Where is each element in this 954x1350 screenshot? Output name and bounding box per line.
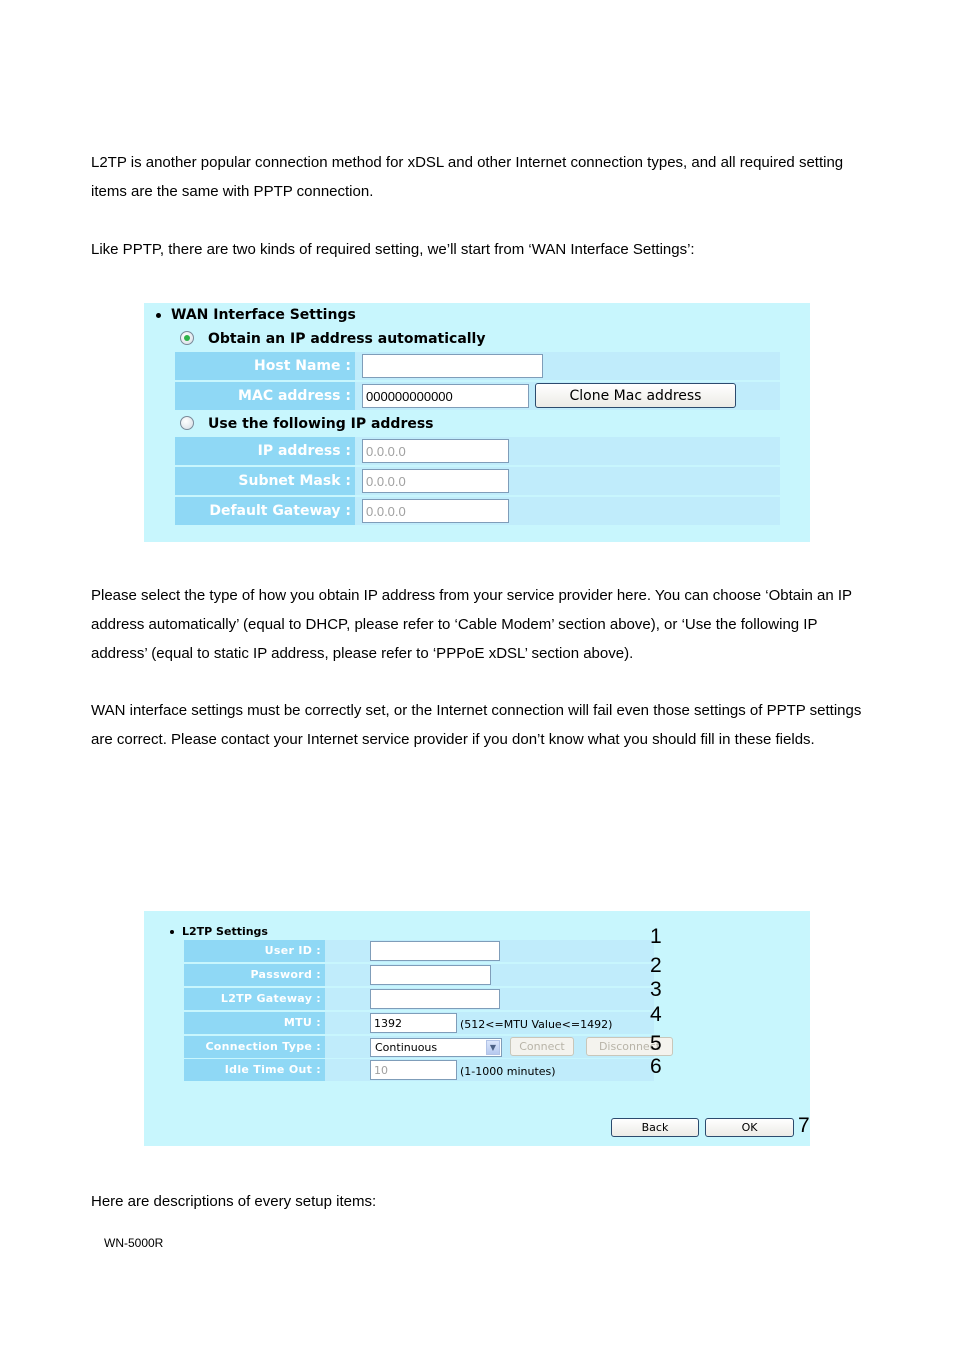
connection-type-row: Connection Type : Continuous ▼ Connect D… <box>184 1036 673 1058</box>
idle-timeout-label: Idle Time Out : <box>184 1059 325 1081</box>
l2tp-settings-heading: L2TP Settings <box>170 925 268 938</box>
password-input[interactable] <box>370 965 491 985</box>
footer-model: WN-5000R <box>104 1236 164 1250</box>
mtu-row: MTU : (512<=MTU Value<=1492) <box>184 1012 654 1034</box>
l2tp-gateway-label: L2TP Gateway : <box>184 988 325 1010</box>
host-name-input[interactable] <box>362 354 543 378</box>
l2tp-settings-panel: L2TP Settings User ID : Password : L2TP … <box>144 911 810 1146</box>
intro-paragraph: L2TP is another popular connection metho… <box>91 154 844 200</box>
ip-address-label: IP address : <box>175 437 355 465</box>
mac-address-input[interactable] <box>362 384 529 408</box>
connection-type-label: Connection Type : <box>184 1036 325 1058</box>
ip-address-input[interactable] <box>362 439 509 463</box>
select-type-paragraph: Please select the type of how you obtain… <box>91 587 852 662</box>
subnet-mask-input[interactable] <box>362 469 509 493</box>
radio-unchecked-icon[interactable] <box>180 416 194 430</box>
callout-2: 2 <box>650 954 662 977</box>
subnet-mask-label: Subnet Mask : <box>175 467 355 495</box>
wan-warning-paragraph: WAN interface settings must be correctly… <box>91 702 862 748</box>
default-gateway-row: Default Gateway : <box>175 497 780 525</box>
callout-6: 6 <box>650 1055 662 1078</box>
mtu-input[interactable] <box>370 1013 457 1033</box>
user-id-input[interactable] <box>370 941 500 961</box>
ok-button[interactable]: OK <box>705 1118 794 1137</box>
callout-5: 5 <box>650 1032 662 1055</box>
mac-address-row: MAC address : Clone Mac address <box>175 382 780 410</box>
default-gateway-input[interactable] <box>362 499 509 523</box>
idle-timeout-row: Idle Time Out : (1-1000 minutes) <box>184 1059 654 1081</box>
use-static-ip-option[interactable]: Use the following IP address <box>180 416 434 432</box>
wan-settings-heading: WAN Interface Settings <box>156 307 356 323</box>
host-name-label: Host Name : <box>175 352 355 380</box>
wan-interface-settings-panel: WAN Interface Settings Obtain an IP addr… <box>144 303 810 542</box>
l2tp-gateway-row: L2TP Gateway : <box>184 988 654 1010</box>
connect-button[interactable]: Connect <box>510 1037 574 1056</box>
ip-address-row: IP address : <box>175 437 780 465</box>
callout-3: 3 <box>650 978 662 1001</box>
connection-type-select[interactable]: Continuous ▼ <box>370 1038 502 1057</box>
idle-timeout-input[interactable] <box>370 1060 457 1080</box>
like-pptp-paragraph: Like PPTP, there are two kinds of requir… <box>91 241 695 258</box>
mtu-hint: (512<=MTU Value<=1492) <box>460 1018 613 1031</box>
password-row: Password : <box>184 964 654 986</box>
bullet-icon <box>170 930 174 934</box>
bullet-icon <box>156 312 161 318</box>
password-label: Password : <box>184 964 325 986</box>
callout-7: 7 <box>798 1114 810 1137</box>
user-id-label: User ID : <box>184 940 325 962</box>
mac-address-label: MAC address : <box>175 382 355 410</box>
back-button[interactable]: Back <box>611 1118 699 1137</box>
l2tp-gateway-input[interactable] <box>370 989 500 1009</box>
radio-checked-icon[interactable] <box>180 331 194 345</box>
subnet-mask-row: Subnet Mask : <box>175 467 780 495</box>
obtain-ip-auto-option[interactable]: Obtain an IP address automatically <box>180 331 485 347</box>
host-name-row: Host Name : <box>175 352 780 380</box>
idle-timeout-hint: (1-1000 minutes) <box>460 1065 556 1078</box>
callout-4: 4 <box>650 1003 662 1026</box>
mtu-label: MTU : <box>184 1012 325 1034</box>
clone-mac-address-button[interactable]: Clone Mac address <box>535 383 736 408</box>
callout-1: 1 <box>650 925 662 948</box>
default-gateway-label: Default Gateway : <box>175 497 355 525</box>
user-id-row: User ID : <box>184 940 654 962</box>
descriptions-paragraph: Here are descriptions of every setup ite… <box>91 1193 377 1210</box>
chevron-down-icon[interactable]: ▼ <box>486 1040 500 1055</box>
